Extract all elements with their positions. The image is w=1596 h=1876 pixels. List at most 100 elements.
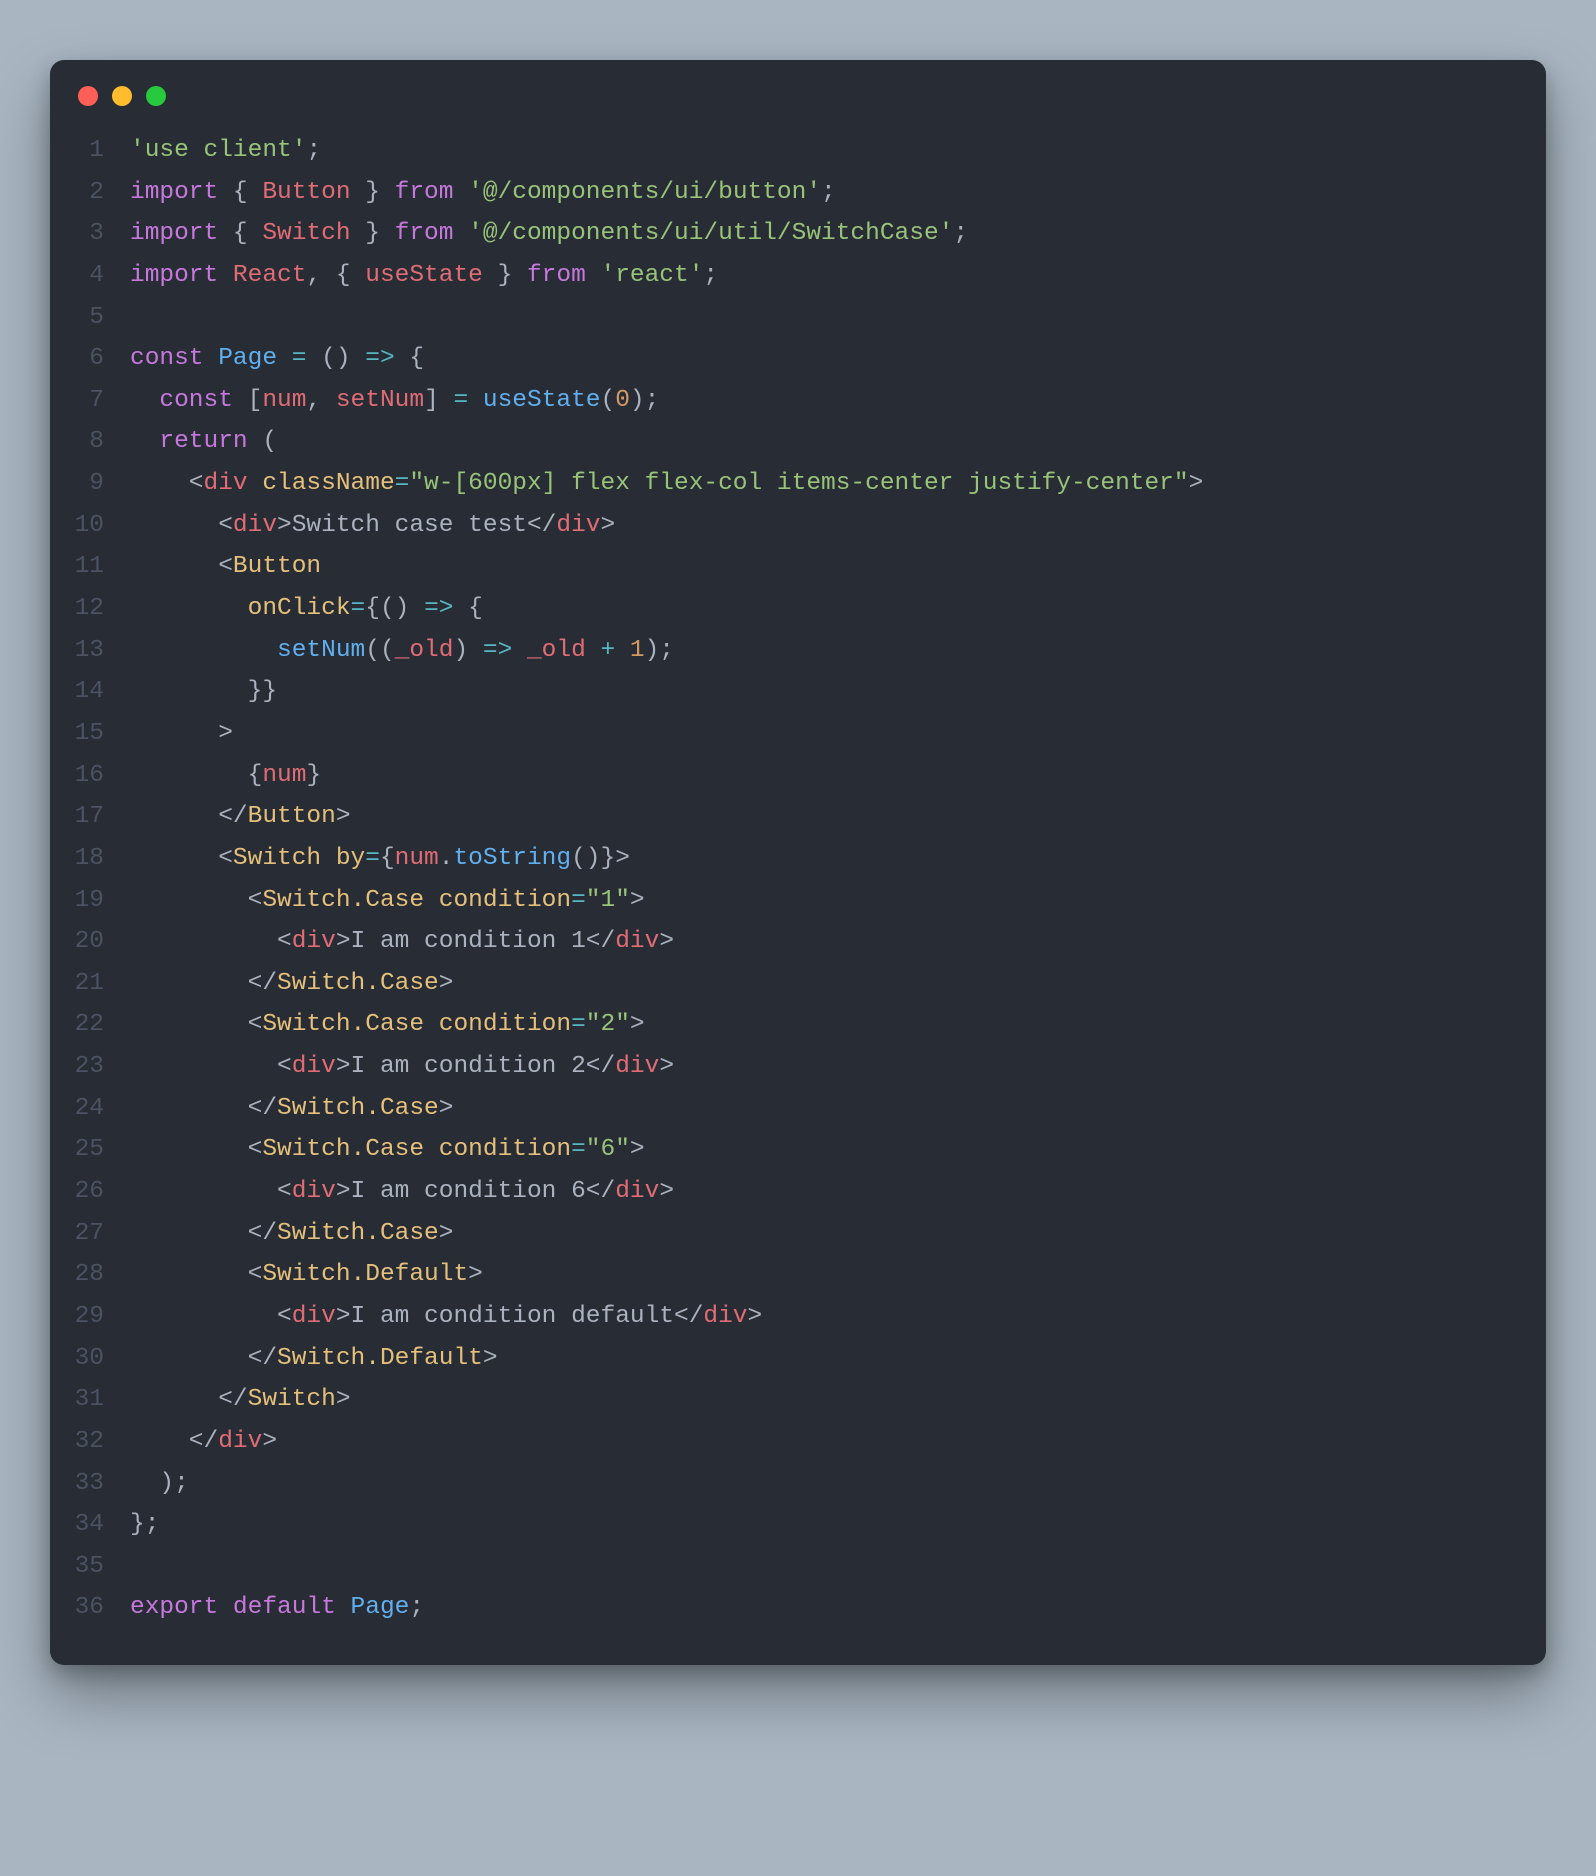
code-line[interactable]: 32 </div> — [50, 1421, 1518, 1463]
code-line[interactable]: 6const Page = () => { — [50, 338, 1518, 380]
token-yellow: Switch.Case — [262, 1136, 424, 1163]
line-number: 15 — [50, 713, 130, 755]
code-line[interactable]: 23 <div>I am condition 2</div> — [50, 1046, 1518, 1088]
code-content[interactable]: </Switch.Case> — [130, 1088, 453, 1130]
code-line[interactable]: 14 }} — [50, 671, 1518, 713]
code-content[interactable]: onClick={() => { — [130, 588, 483, 630]
code-content[interactable]: <Switch.Default> — [130, 1254, 483, 1296]
code-line[interactable]: 19 <Switch.Case condition="1"> — [50, 880, 1518, 922]
code-content[interactable]: const [num, setNum] = useState(0); — [130, 380, 659, 422]
token-grey: < — [130, 1303, 292, 1330]
code-line[interactable]: 15 > — [50, 713, 1518, 755]
token-grey — [586, 637, 601, 664]
code-content[interactable]: import { Switch } from '@/components/ui/… — [130, 213, 968, 255]
code-line[interactable]: 26 <div>I am condition 6</div> — [50, 1171, 1518, 1213]
zoom-icon[interactable] — [146, 86, 166, 106]
token-red: React — [233, 262, 307, 289]
line-number: 1 — [50, 130, 130, 172]
code-line[interactable]: 10 <div>Switch case test</div> — [50, 505, 1518, 547]
code-content[interactable]: </Button> — [130, 796, 351, 838]
code-content[interactable]: </div> — [130, 1421, 277, 1463]
code-content[interactable]: setNum((_old) => _old + 1); — [130, 630, 674, 672]
close-icon[interactable] — [78, 86, 98, 106]
code-line[interactable]: 5 — [50, 297, 1518, 339]
code-content[interactable]: <Switch.Case condition="1"> — [130, 880, 645, 922]
code-content[interactable]: <div>I am condition 6</div> — [130, 1171, 674, 1213]
code-line[interactable]: 8 return ( — [50, 421, 1518, 463]
code-content[interactable]: </Switch.Case> — [130, 963, 453, 1005]
code-content[interactable]: <div>I am condition default</div> — [130, 1296, 762, 1338]
code-line[interactable]: 27 </Switch.Case> — [50, 1213, 1518, 1255]
token-yellow: Switch.Case — [277, 1220, 439, 1247]
line-number: 23 — [50, 1046, 130, 1088]
code-content[interactable]: </Switch.Default> — [130, 1338, 498, 1380]
code-content[interactable]: <Button — [130, 546, 321, 588]
code-content[interactable]: {num} — [130, 755, 321, 797]
code-line[interactable]: 25 <Switch.Case condition="6"> — [50, 1129, 1518, 1171]
code-line[interactable]: 18 <Switch by={num.toString()}> — [50, 838, 1518, 880]
code-line[interactable]: 16 {num} — [50, 755, 1518, 797]
code-line[interactable]: 13 setNum((_old) => _old + 1); — [50, 630, 1518, 672]
code-content[interactable]: import { Button } from '@/components/ui/… — [130, 172, 836, 214]
code-line[interactable]: 9 <div className="w-[600px] flex flex-co… — [50, 463, 1518, 505]
code-line[interactable]: 20 <div>I am condition 1</div> — [50, 921, 1518, 963]
line-number: 2 — [50, 172, 130, 214]
token-grey: > — [659, 928, 674, 955]
code-content[interactable]: <Switch by={num.toString()}> — [130, 838, 630, 880]
line-number: 6 — [50, 338, 130, 380]
token-red: num — [395, 845, 439, 872]
code-content[interactable]: import React, { useState } from 'react'; — [130, 255, 718, 297]
code-content[interactable]: </Switch.Case> — [130, 1213, 453, 1255]
code-line[interactable]: 28 <Switch.Default> — [50, 1254, 1518, 1296]
code-line[interactable]: 29 <div>I am condition default</div> — [50, 1296, 1518, 1338]
token-grey: </ — [130, 1386, 248, 1413]
token-green: '@/components/ui/util/SwitchCase' — [468, 220, 953, 247]
code-line[interactable]: 11 <Button — [50, 546, 1518, 588]
code-content[interactable]: <div>I am condition 1</div> — [130, 921, 674, 963]
code-content[interactable]: const Page = () => { — [130, 338, 424, 380]
code-content[interactable]: 'use client'; — [130, 130, 321, 172]
code-content[interactable]: }} — [130, 671, 277, 713]
code-line[interactable]: 30 </Switch.Default> — [50, 1338, 1518, 1380]
token-yellow: Button — [248, 803, 336, 830]
token-kw: from — [395, 179, 454, 206]
token-yellow: Switch.Case — [262, 887, 424, 914]
code-content[interactable]: </Switch> — [130, 1379, 351, 1421]
code-editor[interactable]: 1'use client';2import { Button } from '@… — [50, 130, 1546, 1629]
code-line[interactable]: 2import { Button } from '@/components/ui… — [50, 172, 1518, 214]
code-content[interactable]: return ( — [130, 421, 277, 463]
code-line[interactable]: 1'use client'; — [50, 130, 1518, 172]
token-green: "2" — [586, 1011, 630, 1038]
token-red: setNum — [336, 387, 424, 414]
code-line[interactable]: 33 ); — [50, 1463, 1518, 1505]
code-content[interactable]: <div>Switch case test</div> — [130, 505, 615, 547]
code-line[interactable]: 3import { Switch } from '@/components/ui… — [50, 213, 1518, 255]
code-line[interactable]: 21 </Switch.Case> — [50, 963, 1518, 1005]
code-content[interactable]: <Switch.Case condition="2"> — [130, 1004, 645, 1046]
minimize-icon[interactable] — [112, 86, 132, 106]
code-content[interactable]: > — [130, 713, 233, 755]
code-content[interactable]: <Switch.Case condition="6"> — [130, 1129, 645, 1171]
code-content[interactable]: <div>I am condition 2</div> — [130, 1046, 674, 1088]
token-yellow: condition — [439, 887, 571, 914]
code-line[interactable]: 36export default Page; — [50, 1587, 1518, 1629]
token-red: num — [262, 762, 306, 789]
line-number: 36 — [50, 1587, 130, 1629]
code-content[interactable]: export default Page; — [130, 1587, 424, 1629]
code-line[interactable]: 24 </Switch.Case> — [50, 1088, 1518, 1130]
code-content[interactable]: ); — [130, 1463, 189, 1505]
code-line[interactable]: 34}; — [50, 1504, 1518, 1546]
line-number: 34 — [50, 1504, 130, 1546]
code-content[interactable]: <div className="w-[600px] flex flex-col … — [130, 463, 1203, 505]
code-line[interactable]: 17 </Button> — [50, 796, 1518, 838]
code-line[interactable]: 22 <Switch.Case condition="2"> — [50, 1004, 1518, 1046]
code-line[interactable]: 7 const [num, setNum] = useState(0); — [50, 380, 1518, 422]
code-line[interactable]: 35 — [50, 1546, 1518, 1588]
code-line[interactable]: 12 onClick={() => { — [50, 588, 1518, 630]
code-line[interactable]: 4import React, { useState } from 'react'… — [50, 255, 1518, 297]
code-content[interactable]: }; — [130, 1504, 159, 1546]
code-line[interactable]: 31 </Switch> — [50, 1379, 1518, 1421]
token-grey: ( — [248, 428, 277, 455]
token-blue: Page — [218, 345, 277, 372]
token-kw: return — [159, 428, 247, 455]
